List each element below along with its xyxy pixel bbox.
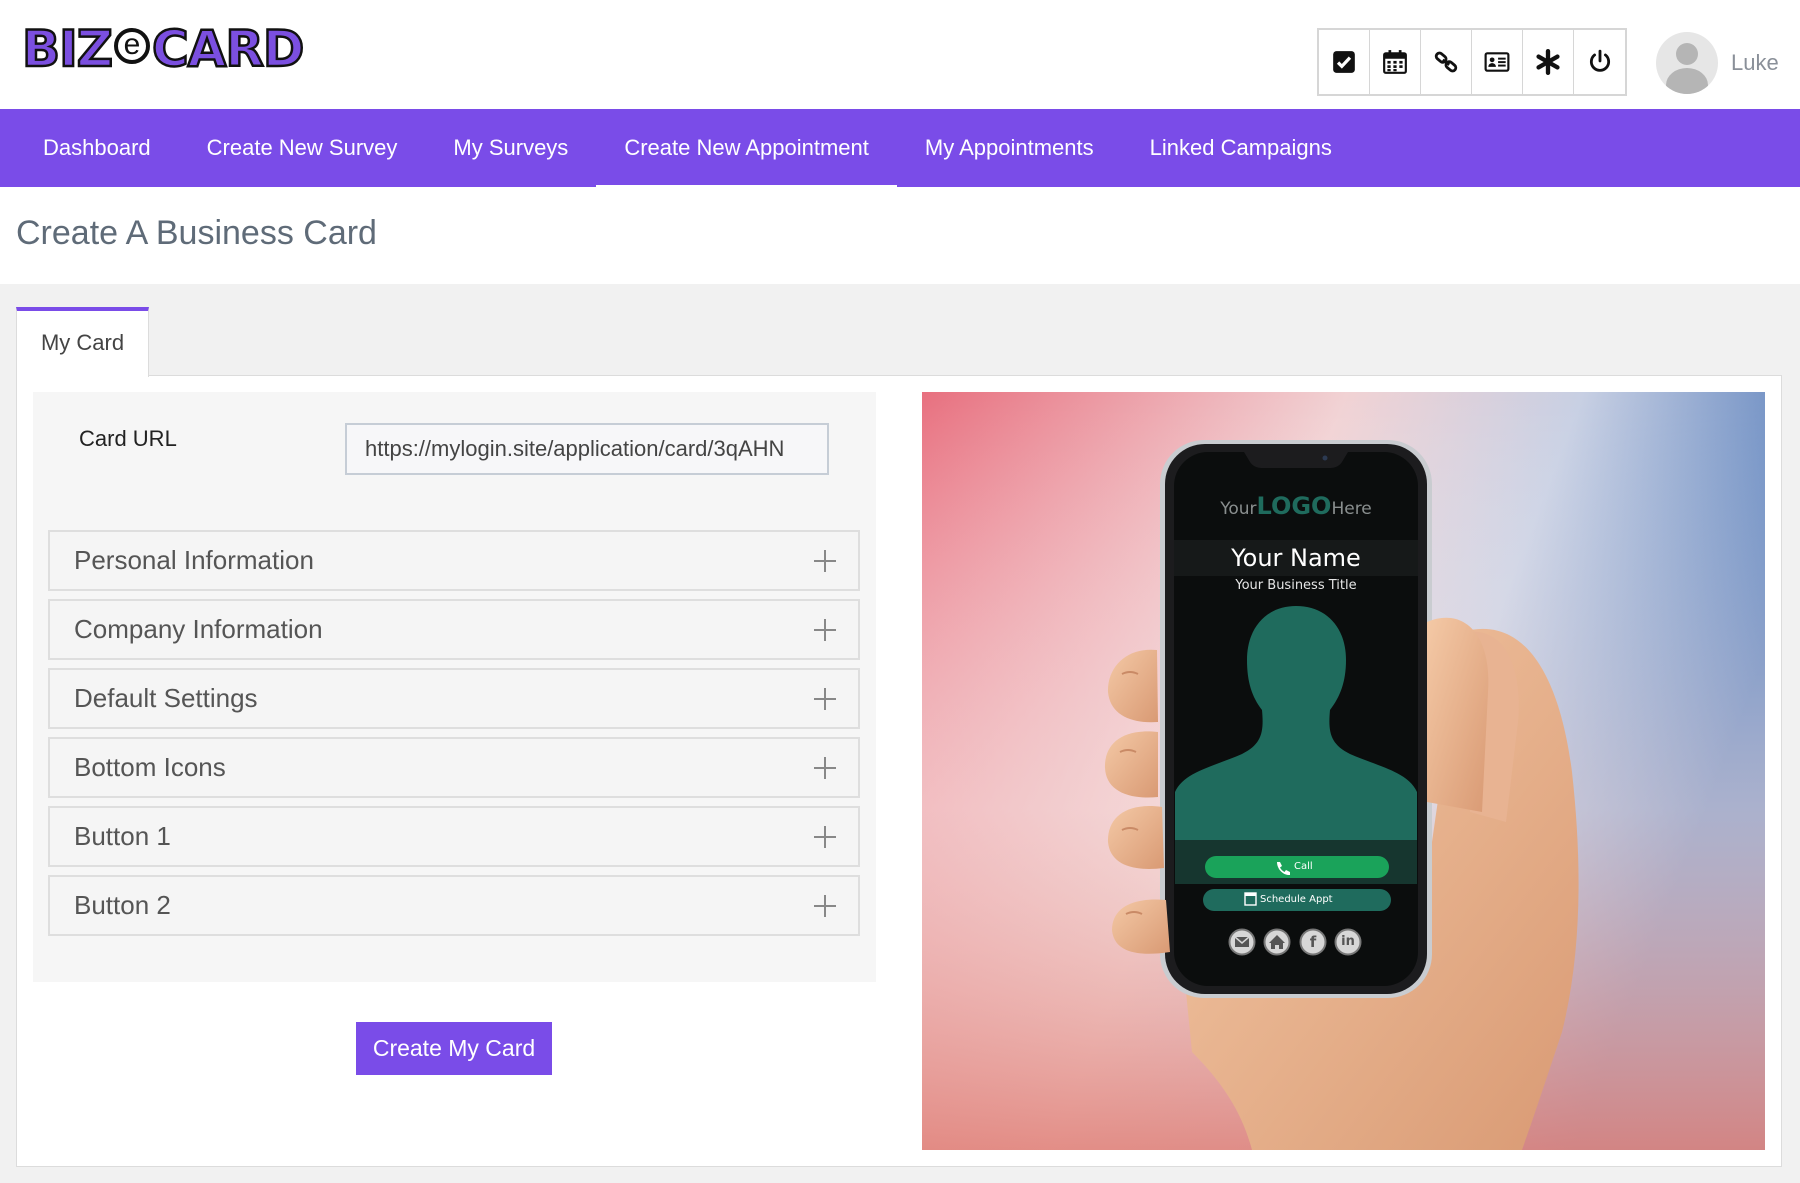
preview-schedule-label: Schedule Appt	[1260, 894, 1333, 905]
tab-my-card[interactable]: My Card	[16, 307, 149, 377]
username-label: Luke	[1731, 50, 1779, 75]
accordion-label: Personal Information	[74, 545, 314, 575]
create-my-card-button[interactable]: Create My Card	[356, 1022, 552, 1075]
business-card-shortcut-button[interactable]	[1472, 30, 1523, 94]
accordion-bottom-icons[interactable]: Bottom Icons	[48, 737, 860, 798]
link-icon	[1434, 51, 1458, 73]
preview-facebook-letter: f	[1309, 933, 1317, 951]
accordion-button-1[interactable]: Button 1	[48, 806, 860, 867]
accordion-label: Button 2	[74, 890, 171, 920]
nav-item-create-new-survey[interactable]: Create New Survey	[179, 109, 426, 187]
calendar-icon	[1383, 50, 1407, 74]
plus-icon	[814, 756, 836, 779]
plus-icon	[814, 894, 836, 917]
quick-toolbar	[1317, 28, 1627, 96]
logo-e-mark: e	[113, 28, 150, 64]
preview-logo-your: Your	[1220, 499, 1257, 519]
main-navigation: Dashboard Create New Survey My Surveys C…	[0, 109, 1800, 187]
accordion-company-information[interactable]: Company Information	[48, 599, 860, 660]
top-header: BIZ e CARD Luke	[0, 0, 1800, 109]
avatar	[1656, 32, 1718, 94]
surveys-shortcut-button[interactable]	[1319, 30, 1370, 94]
preview-call-label: Call	[1294, 861, 1313, 872]
accordion-default-settings[interactable]: Default Settings	[48, 668, 860, 729]
preview-name: Your Name	[1231, 544, 1361, 572]
plus-icon	[814, 825, 836, 848]
nav-item-dashboard[interactable]: Dashboard	[0, 109, 179, 187]
preview-logo: YourLOGOHere	[1177, 492, 1415, 520]
card-preview: YourLOGOHere Your Name Your Business Tit…	[922, 392, 1765, 1150]
brand-logo[interactable]: BIZ e CARD	[21, 20, 306, 78]
settings-shortcut-button[interactable]	[1523, 30, 1574, 94]
calendar-shortcut-button[interactable]	[1370, 30, 1421, 94]
links-shortcut-button[interactable]	[1421, 30, 1472, 94]
preview-linkedin-letter: in	[1341, 934, 1355, 949]
preview-logo-here: Here	[1331, 499, 1372, 519]
page-title: Create A Business Card	[16, 214, 377, 252]
plus-icon	[814, 687, 836, 710]
nav-item-my-surveys[interactable]: My Surveys	[425, 109, 596, 187]
preview-business-title: Your Business Title	[1235, 578, 1357, 593]
plus-icon	[814, 549, 836, 572]
logo-text-right: CARD	[151, 20, 306, 78]
accordion-label: Bottom Icons	[74, 752, 226, 782]
check-square-icon	[1333, 51, 1355, 73]
logo-text-left: BIZ	[21, 20, 114, 78]
accordion-label: Company Information	[74, 614, 323, 644]
preview-logo-logo: LOGO	[1256, 492, 1332, 520]
card-url-field[interactable]	[345, 423, 829, 475]
id-card-icon	[1484, 52, 1510, 72]
nav-item-my-appointments[interactable]: My Appointments	[897, 109, 1122, 187]
accordion-personal-information[interactable]: Personal Information	[48, 530, 860, 591]
nav-item-create-new-appointment[interactable]: Create New Appointment	[596, 109, 897, 187]
nav-item-linked-campaigns[interactable]: Linked Campaigns	[1122, 109, 1360, 187]
home-icon	[1263, 928, 1291, 956]
accordion-label: Button 1	[74, 821, 171, 851]
email-icon	[1228, 928, 1256, 956]
logout-button[interactable]	[1574, 30, 1625, 94]
plus-icon	[814, 618, 836, 641]
card-url-label: Card URL	[79, 426, 177, 451]
asterisk-icon	[1536, 49, 1560, 75]
user-menu[interactable]: Luke	[1656, 32, 1779, 94]
accordion-label: Default Settings	[74, 683, 258, 713]
power-icon	[1589, 49, 1610, 72]
accordion-button-2[interactable]: Button 2	[48, 875, 860, 936]
